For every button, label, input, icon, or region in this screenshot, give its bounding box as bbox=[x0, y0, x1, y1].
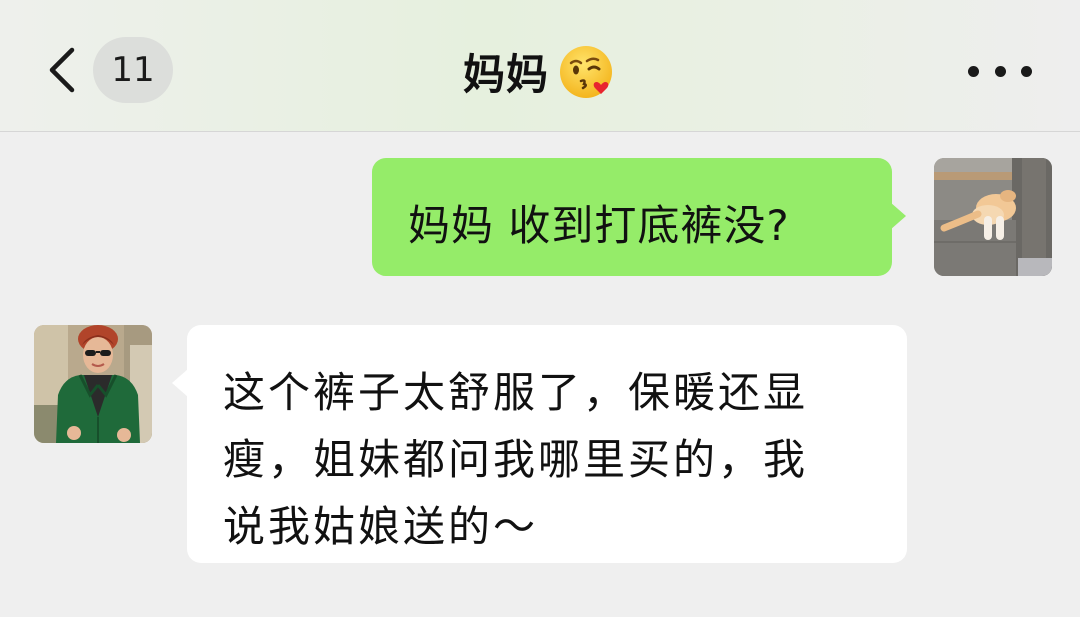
chat-header: 11 妈妈 bbox=[0, 0, 1080, 132]
self-avatar[interactable] bbox=[934, 158, 1052, 276]
kissing-face-emoji-icon bbox=[560, 46, 612, 98]
cat-photo-avatar-icon bbox=[934, 158, 1052, 276]
more-dot-icon bbox=[1021, 65, 1032, 77]
received-message-bubble[interactable]: 这个裤子太舒服了，保暖还显 瘦，姐妹都问我哪里买的，我 说我姑娘送的～ bbox=[172, 325, 907, 563]
sent-message-bubble[interactable]: 妈妈 收到打底裤没? bbox=[372, 158, 906, 276]
received-message-line: 这个裤子太舒服了，保暖还显 bbox=[223, 368, 809, 417]
more-dot-icon bbox=[994, 65, 1006, 77]
chat-title: 妈妈 bbox=[0, 38, 1080, 104]
woman-photo-avatar-icon bbox=[34, 325, 152, 443]
more-options-button[interactable] bbox=[968, 56, 1032, 86]
received-message-line: 说我姑娘送的～ bbox=[223, 502, 539, 551]
contact-name: 妈妈 bbox=[462, 49, 549, 99]
sent-message-text: 妈妈 收到打底裤没? bbox=[408, 201, 790, 250]
mom-avatar[interactable] bbox=[34, 325, 152, 443]
received-message-line: 瘦，姐妹都问我哪里买的，我 bbox=[223, 435, 809, 484]
more-dot-icon bbox=[968, 65, 979, 77]
